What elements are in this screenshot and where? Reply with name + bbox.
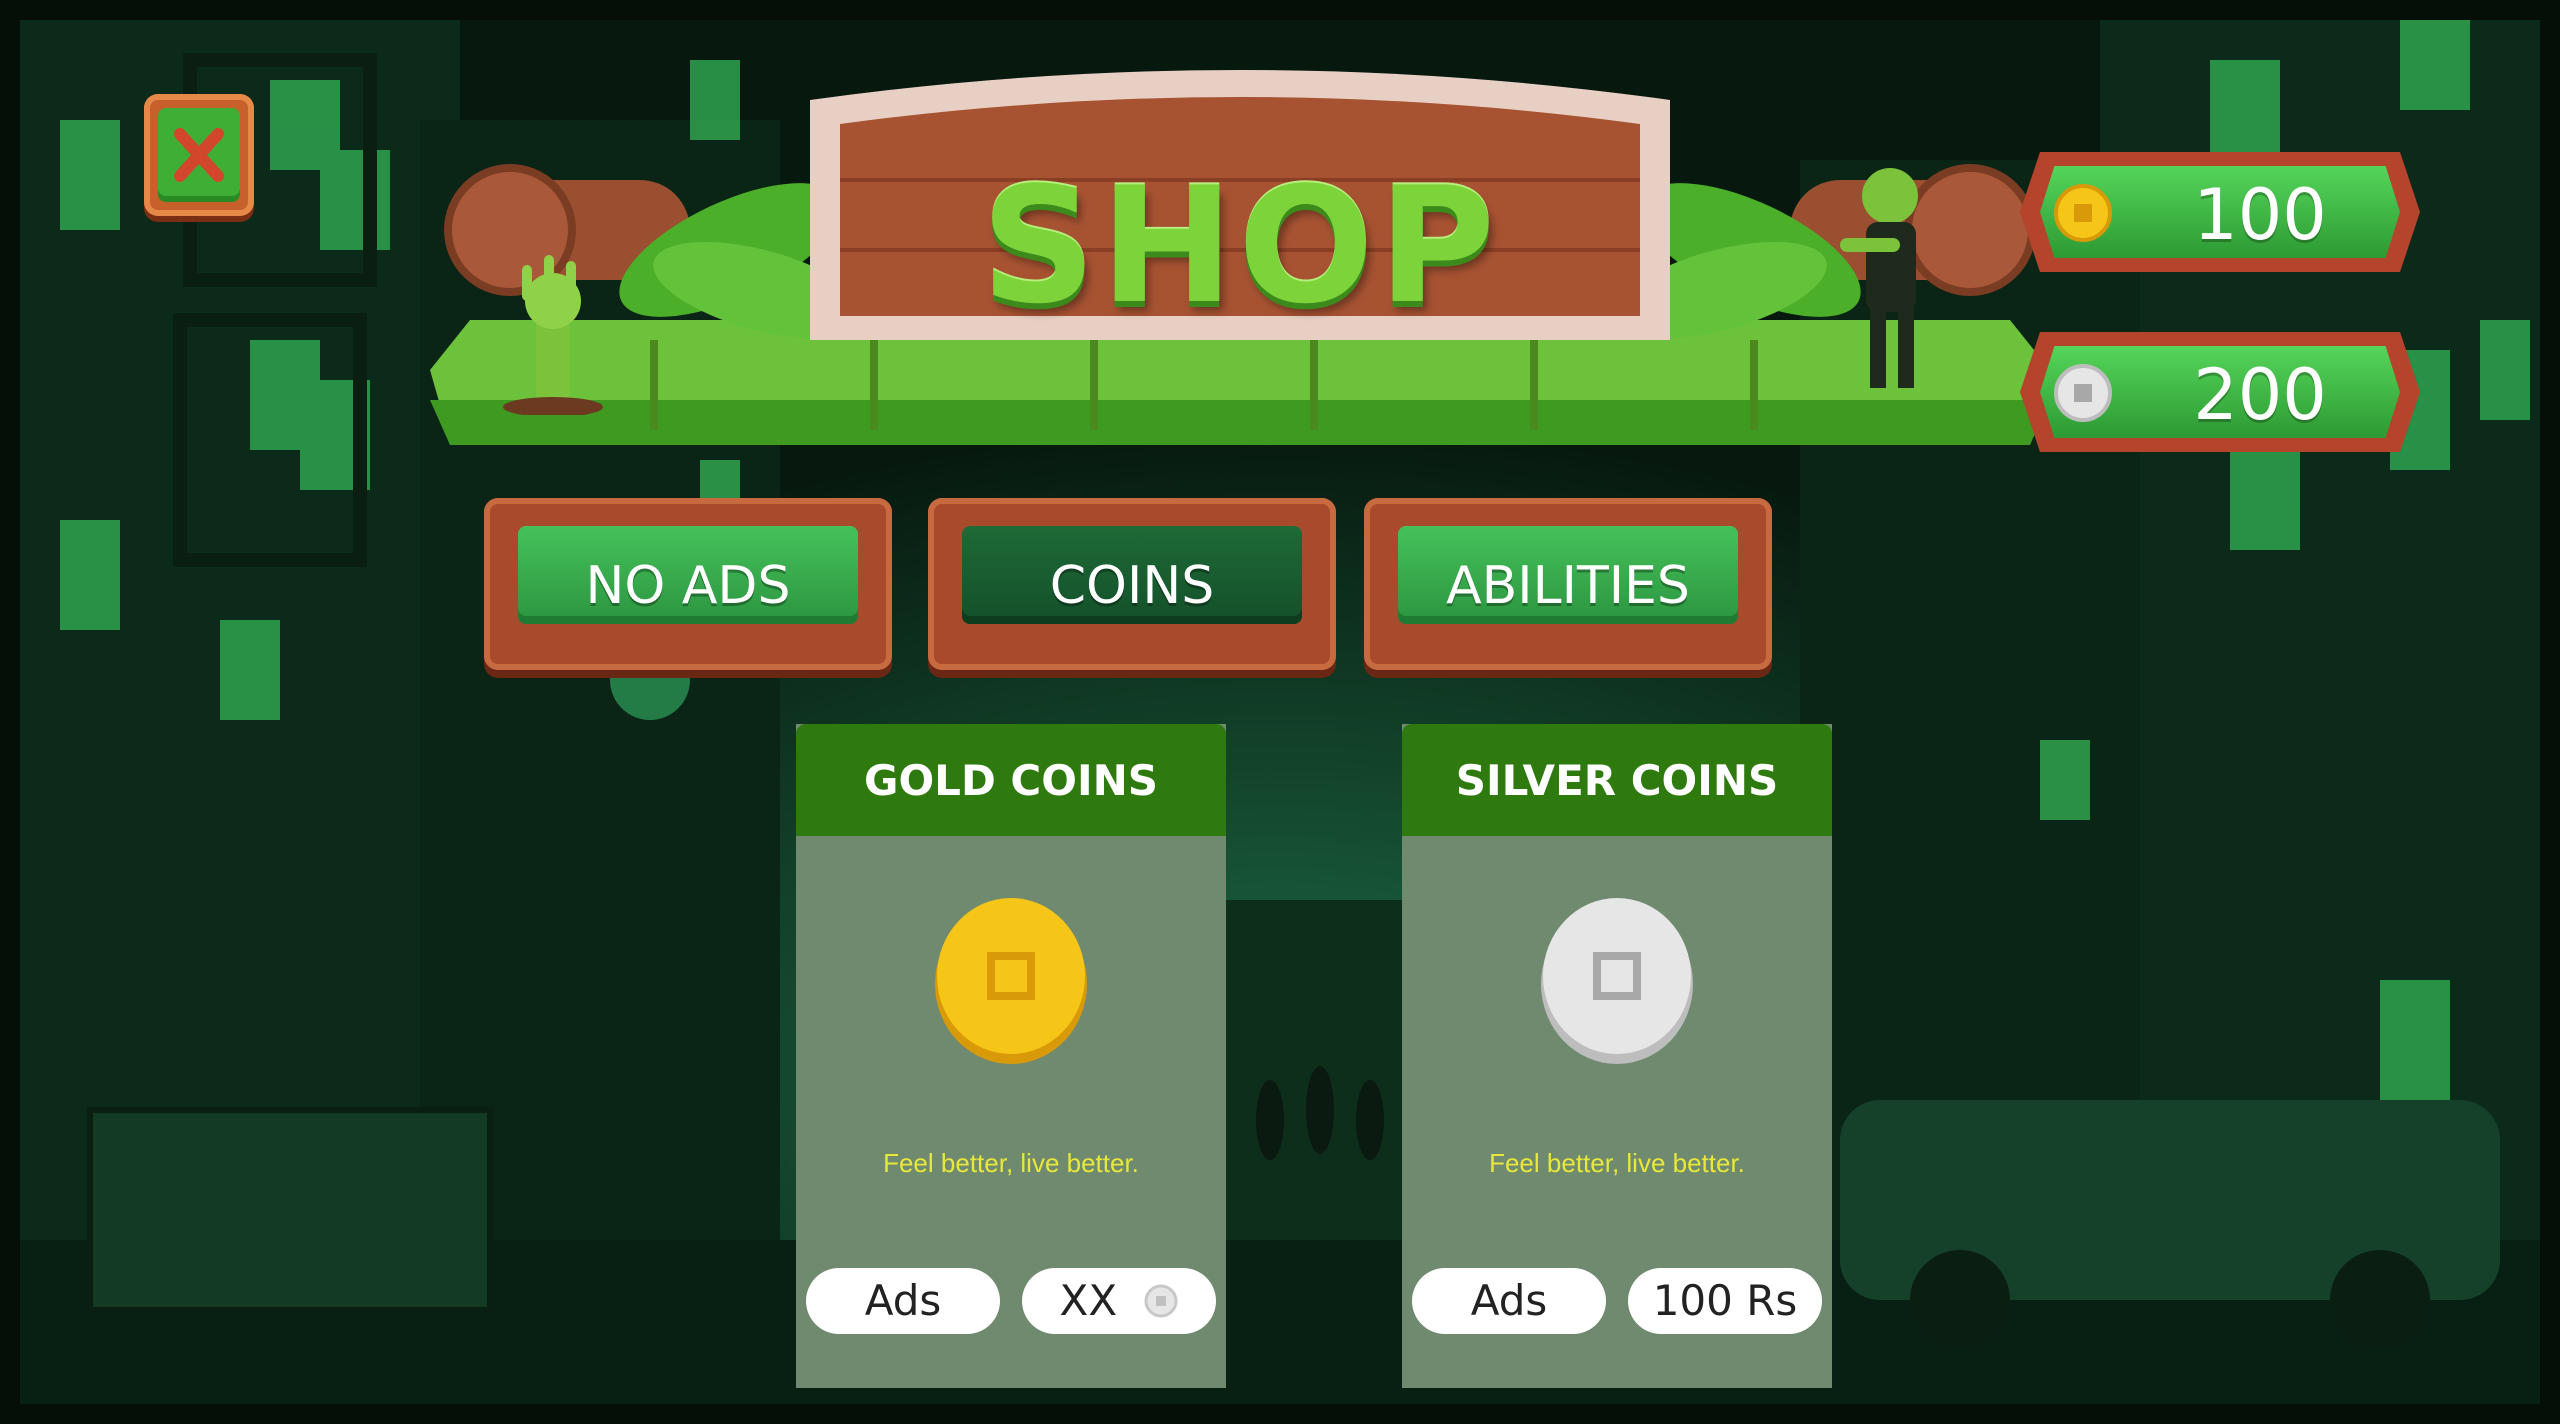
watch-ads-button[interactable]: Ads bbox=[1412, 1268, 1606, 1334]
tab-label: COINS bbox=[1049, 556, 1215, 616]
close-button-face bbox=[158, 108, 240, 202]
price-label: XX bbox=[1059, 1276, 1118, 1325]
close-button[interactable] bbox=[144, 94, 254, 216]
tab-label: NO ADS bbox=[585, 556, 791, 616]
silver-coin-counter: 200 bbox=[2020, 332, 2420, 452]
ads-label: Ads bbox=[864, 1276, 942, 1325]
watch-ads-button[interactable]: Ads bbox=[806, 1268, 1000, 1334]
card-title: GOLD COINS bbox=[864, 756, 1158, 805]
silver-coin-icon bbox=[1144, 1284, 1178, 1317]
silver-coin-icon bbox=[2054, 364, 2112, 422]
buy-price-button[interactable]: 100 Rs bbox=[1628, 1268, 1822, 1334]
card-description: Feel better, live better. bbox=[883, 1148, 1139, 1178]
card-description: Feel better, live better. bbox=[1489, 1148, 1745, 1178]
shop-title: SHOP bbox=[980, 152, 1500, 339]
silver-amount: 200 bbox=[2193, 354, 2327, 436]
silver-coins-card: SILVER COINS Feel better, live better. A… bbox=[1402, 724, 1832, 1388]
card-title: SILVER COINS bbox=[1455, 756, 1779, 805]
gold-coin-icon bbox=[935, 898, 1087, 1064]
price-label: 100 Rs bbox=[1652, 1276, 1798, 1325]
tab-no-ads[interactable]: NO ADS bbox=[484, 498, 892, 670]
game-scene: SHOP 100 200 NO ADS COINS ABILITIES GOLD… bbox=[0, 0, 2560, 1424]
silver-coin-icon bbox=[1541, 898, 1693, 1064]
gold-amount: 100 bbox=[2193, 174, 2327, 256]
ads-label: Ads bbox=[1470, 1276, 1548, 1325]
gold-coins-card: GOLD COINS Feel better, live better. Ads… bbox=[796, 724, 1226, 1388]
tab-label: ABILITIES bbox=[1446, 556, 1690, 616]
gold-coin-counter: 100 bbox=[2020, 152, 2420, 272]
tab-abilities[interactable]: ABILITIES bbox=[1364, 498, 1772, 670]
shop-header-sign: SHOP bbox=[430, 40, 2050, 460]
close-x-icon bbox=[174, 128, 224, 182]
gold-coin-icon bbox=[2054, 184, 2112, 242]
buy-price-button[interactable]: XX bbox=[1022, 1268, 1216, 1334]
tab-coins[interactable]: COINS bbox=[928, 498, 1336, 670]
